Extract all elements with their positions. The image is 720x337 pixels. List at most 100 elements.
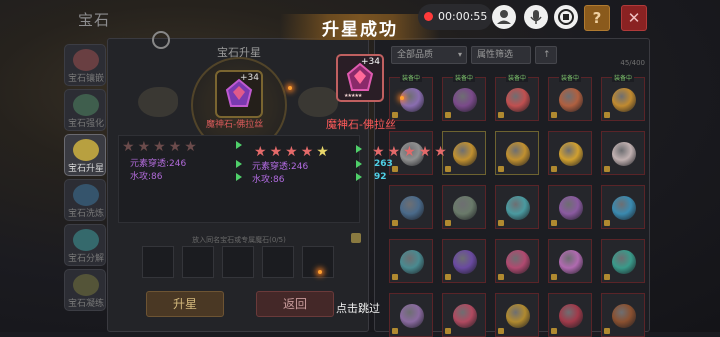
inventory-cell[interactable]: 装备中: [548, 73, 592, 121]
lock-icon: [445, 328, 451, 334]
gem-condense-icon: [73, 274, 99, 296]
arrow-right-icon: [356, 173, 362, 181]
auto-fill-checkbox[interactable]: [351, 233, 361, 243]
inventory-cell[interactable]: [442, 185, 486, 229]
lock-icon: [392, 328, 398, 334]
lock-icon: [445, 220, 451, 226]
old-star-row: ★ ★ ★ ★ ★: [122, 136, 200, 155]
sidebar-item-decompose[interactable]: 宝石分解: [64, 224, 106, 266]
inventory-cell[interactable]: [548, 185, 592, 229]
lock-icon: [551, 274, 557, 280]
inventory-cell[interactable]: [389, 185, 433, 229]
record-dot-icon: [424, 12, 433, 21]
inventory-cell[interactable]: 装备中: [389, 73, 433, 121]
sidebar-item-label: 宝石镶嵌: [67, 74, 104, 84]
lock-icon: [604, 112, 610, 118]
quality-filter-dropdown[interactable]: 全部品质 ▾: [391, 46, 467, 64]
star-icon: ★: [122, 139, 135, 155]
inventory-cell[interactable]: [548, 131, 592, 175]
gem-icon: [400, 250, 424, 274]
material-slot[interactable]: [142, 246, 174, 278]
sidebar-item-inlay[interactable]: 宝石镶嵌: [64, 44, 106, 86]
gem-icon: [506, 88, 530, 112]
gem-icon: [559, 304, 583, 328]
gem-icon: [506, 142, 530, 166]
inventory-cell[interactable]: 装备中: [601, 73, 645, 121]
gem-icon: [559, 250, 583, 274]
back-button[interactable]: 返回: [256, 291, 334, 317]
success-title: 升星成功: [322, 20, 398, 40]
gem-icon: [400, 196, 424, 220]
star-icon: ★: [153, 139, 166, 155]
equipped-tag: 装备中: [612, 73, 635, 82]
microphone-icon[interactable]: [524, 5, 548, 29]
inventory-cell[interactable]: [601, 293, 645, 337]
recording-indicator[interactable]: 00:00:55: [418, 4, 492, 30]
star-icon: ★: [300, 144, 314, 160]
rock-decoration: [298, 87, 338, 117]
lock-icon: [392, 274, 398, 280]
inventory-cell[interactable]: [601, 185, 645, 229]
user-icon[interactable]: [492, 5, 516, 29]
recording-timer: 00:00:55: [438, 10, 488, 23]
inventory-cell[interactable]: [601, 239, 645, 283]
inventory-cell[interactable]: [495, 131, 539, 175]
star-upgrade-panel: 宝石升星 +34 ★ ★ ★ ★ ★ 元素穿透:246 水攻:86 放入同名宝石或专属魔…: [107, 31, 369, 332]
gem-inlay-icon: [73, 49, 99, 71]
gem-icon: [559, 196, 583, 220]
material-slot[interactable]: [182, 246, 214, 278]
inventory-cell[interactable]: [495, 239, 539, 283]
inventory-cell[interactable]: [495, 185, 539, 229]
gem-icon: [453, 142, 477, 166]
material-slot[interactable]: [222, 246, 254, 278]
lock-icon: [551, 112, 557, 118]
attribute-filter-button[interactable]: 属性筛选: [471, 46, 531, 64]
quality-filter-label: 全部品质: [397, 50, 434, 60]
gem-icon: [612, 88, 636, 112]
inventory-cell[interactable]: [389, 293, 433, 337]
sidebar-item-enhance[interactable]: 宝石强化: [64, 89, 106, 131]
inventory-cell[interactable]: 装备中: [442, 73, 486, 121]
gem-icon: [453, 304, 477, 328]
star-icon: ★: [434, 144, 447, 160]
gem-icon: [453, 250, 477, 274]
close-button[interactable]: ✕: [621, 5, 647, 31]
gem-icon: [612, 250, 636, 274]
lock-icon: [498, 220, 504, 226]
inventory-cell[interactable]: [495, 293, 539, 337]
sidebar-item-condense[interactable]: 宝石凝练: [64, 269, 106, 311]
sidebar-item-label: 宝石洗炼: [67, 209, 104, 219]
help-button[interactable]: ?: [584, 5, 610, 31]
chevron-down-icon: ▾: [457, 50, 462, 59]
lock-icon: [445, 166, 451, 172]
material-slot[interactable]: [262, 246, 294, 278]
gem-name: 魔神石-佛拉丝: [326, 118, 396, 131]
sidebar-item-star-up[interactable]: 宝石升星: [64, 134, 106, 176]
star-icon: ★: [418, 144, 432, 160]
inventory-cell[interactable]: [548, 293, 592, 337]
lock-icon: [551, 166, 557, 172]
sort-arrow-icon[interactable]: ↑: [535, 46, 557, 64]
old-stat: 水攻:86: [130, 172, 163, 182]
sidebar-item-refine[interactable]: 宝石洗炼: [64, 179, 106, 221]
lock-icon: [604, 274, 610, 280]
result-stat: 水攻:86: [252, 175, 285, 185]
gem-slot[interactable]: +34: [215, 70, 263, 118]
inventory-cell[interactable]: 装备中: [495, 73, 539, 121]
arrow-right-icon: [236, 141, 242, 149]
skip-button[interactable]: 点击跳过: [336, 300, 380, 316]
star-icon: ★: [168, 139, 182, 155]
gem-icon: [612, 304, 636, 328]
inventory-cell[interactable]: [442, 293, 486, 337]
gem-icon: [453, 88, 477, 112]
inventory-cell[interactable]: [389, 239, 433, 283]
inventory-cell[interactable]: [601, 131, 645, 175]
rock-decoration: [138, 87, 178, 117]
sparkle-effect: [288, 86, 292, 90]
gem-icon: [559, 88, 583, 112]
inventory-cell[interactable]: [548, 239, 592, 283]
star-up-button[interactable]: 升星: [146, 291, 224, 317]
inventory-cell[interactable]: [442, 239, 486, 283]
gem-icon: [506, 304, 530, 328]
stop-record-icon[interactable]: [554, 5, 578, 29]
